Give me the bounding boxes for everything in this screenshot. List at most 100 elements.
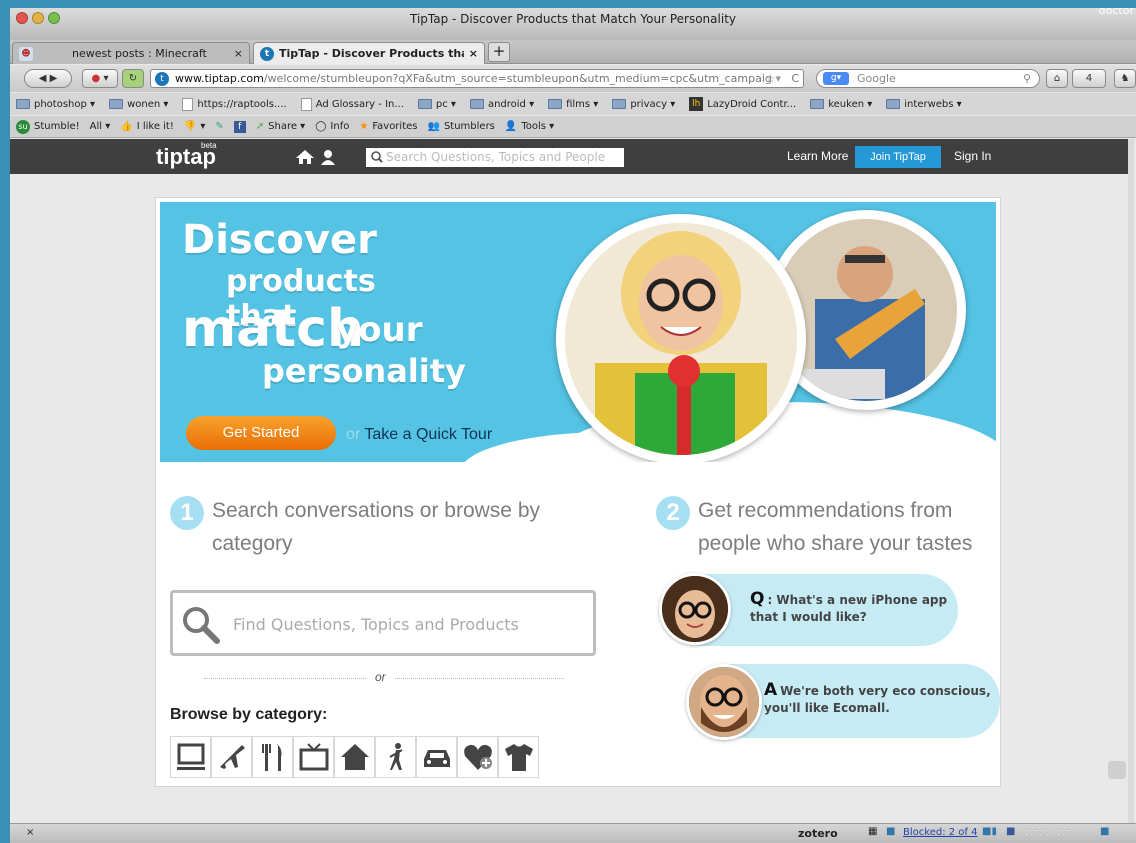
- bookmark-star-icon[interactable]: ☆▾: [766, 70, 781, 87]
- category-fashion[interactable]: [498, 736, 539, 778]
- get-started-button[interactable]: Get Started: [186, 416, 336, 450]
- quick-tour-link[interactable]: or Take a Quick Tour: [346, 426, 492, 444]
- zotero-button[interactable]: zotero: [798, 827, 838, 840]
- facebook-button[interactable]: f: [233, 120, 246, 133]
- status-bar: × zotero ▦ ■ Blocked: 2 of 4 ■▮ ■ ☆☆☆☆☆ …: [10, 823, 1136, 843]
- close-status-icon[interactable]: ×: [26, 827, 34, 838]
- bookmark-label: LazyDroid Contr...: [707, 98, 797, 110]
- airplane-icon: [219, 745, 245, 769]
- folder-icon: [469, 99, 484, 109]
- bookmark-raptools[interactable]: https://raptools....: [182, 97, 287, 111]
- extension-icon[interactable]: ■: [1100, 826, 1109, 837]
- bookmark-wonen[interactable]: wonen ▾: [109, 99, 168, 110]
- or-text: or: [367, 670, 394, 684]
- category-health[interactable]: [457, 736, 498, 778]
- category-sports[interactable]: [375, 736, 416, 778]
- bookmark-pc[interactable]: pc ▾: [417, 98, 456, 110]
- bookmark-ad-glossary[interactable]: Ad Glossary - In...: [300, 97, 404, 111]
- woman-face-illustration: [662, 576, 728, 642]
- sign-in-link[interactable]: Sign In: [954, 149, 991, 163]
- category-travel[interactable]: [211, 736, 252, 778]
- reload-extension-button[interactable]: ↻: [122, 69, 144, 88]
- google-engine-icon[interactable]: g▾: [823, 72, 849, 85]
- bookmark-privacy[interactable]: privacy ▾: [612, 99, 675, 110]
- bookmark-films[interactable]: films ▾: [548, 99, 598, 110]
- info-label: Info: [330, 121, 350, 132]
- tab-label: newest posts : Minecraft: [72, 47, 207, 60]
- share-button[interactable]: ➚ Share ▾: [256, 121, 305, 132]
- url-host: www.tiptap.com: [175, 72, 264, 85]
- category-tv[interactable]: [293, 736, 334, 778]
- tab-tiptap[interactable]: t TipTap - Discover Products tha... ×: [253, 42, 485, 64]
- step-text: Search conversations or browse by catego…: [212, 499, 540, 555]
- back-forward-button[interactable]: ◀ ▶: [24, 69, 72, 88]
- bookmark-interwebs[interactable]: interwebs ▾: [886, 99, 962, 110]
- close-tab-icon[interactable]: ×: [469, 47, 478, 60]
- stumblers-button[interactable]: 👥 Stumblers: [427, 121, 494, 132]
- vertical-scrollbar[interactable]: [1128, 139, 1134, 823]
- url-bar[interactable]: t www.tiptap.com/welcome/stumbleupon?qXF…: [150, 69, 804, 88]
- bookmark-photoshop[interactable]: photoshop ▾: [16, 99, 95, 110]
- dislike-menu-label: ▾: [200, 121, 206, 132]
- user-icon[interactable]: [321, 149, 335, 165]
- title-bar: TipTap - Discover Products that Match Yo…: [10, 8, 1136, 40]
- navigation-toolbar: ◀ ▶ ● ▾ ↻ t www.tiptap.com/welcome/stumb…: [10, 65, 1136, 92]
- like-button[interactable]: 👍 I like it!: [120, 121, 174, 132]
- tv-icon: [299, 743, 328, 771]
- heart-plus-icon: [463, 744, 492, 770]
- tiptap-logo[interactable]: tiptap beta: [156, 141, 217, 170]
- rating-stars[interactable]: ☆☆☆☆☆: [1023, 825, 1077, 840]
- info-button[interactable]: ◯ Info: [315, 121, 349, 132]
- tab-minecraft[interactable]: ☻ newest posts : Minecraft ×: [12, 42, 250, 64]
- scroll-corner-icon[interactable]: [1108, 761, 1126, 779]
- category-home[interactable]: [334, 736, 375, 778]
- search-icon[interactable]: ⚲: [1023, 70, 1031, 87]
- home-icon[interactable]: [295, 149, 315, 165]
- close-tab-icon[interactable]: ×: [234, 47, 243, 60]
- search-box[interactable]: g▾ Google ⚲: [816, 69, 1040, 88]
- lh-icon: lh: [689, 97, 704, 111]
- share-label: Share ▾: [268, 121, 306, 132]
- adblock-icon[interactable]: ■: [886, 826, 895, 837]
- welcome-card: Discover products that match your person…: [155, 197, 1001, 787]
- category-food[interactable]: [252, 736, 293, 778]
- bookmark-lazydroid[interactable]: lh LazyDroid Contr...: [689, 97, 796, 111]
- favorites-label: Favorites: [372, 121, 418, 132]
- tab-strip: ☻ newest posts : Minecraft × t TipTap - …: [10, 40, 1136, 64]
- tools-button[interactable]: 👤 Tools ▾: [505, 121, 554, 132]
- join-button[interactable]: Join TipTap: [855, 146, 941, 168]
- folder-icon: [109, 99, 124, 109]
- learn-more-link[interactable]: Learn More: [787, 149, 848, 163]
- extension-menu-button[interactable]: ● ▾: [82, 69, 118, 88]
- computer-icon: [176, 743, 205, 770]
- bookmark-android[interactable]: android ▾: [469, 99, 534, 110]
- find-input[interactable]: Find Questions, Topics and Products: [170, 590, 596, 656]
- evernote-button[interactable]: ♞: [1114, 69, 1136, 88]
- category-computers[interactable]: [170, 736, 211, 778]
- reload-icon[interactable]: C: [791, 70, 799, 87]
- addon-icon[interactable]: ■▮: [982, 826, 997, 837]
- stumble-button[interactable]: su Stumble!: [16, 119, 80, 134]
- browser-window: TipTap - Discover Products that Match Yo…: [10, 8, 1136, 843]
- bookmark-keuken[interactable]: keuken ▾: [810, 99, 872, 110]
- tiptap-favicon-icon: t: [260, 46, 274, 61]
- bookmark-label: pc ▾: [435, 98, 456, 110]
- thumbs-up-icon: 👍: [120, 121, 133, 132]
- fork-knife-icon: [261, 744, 281, 771]
- qr-icon[interactable]: ▦: [868, 826, 877, 837]
- like-label: I like it!: [136, 121, 174, 132]
- home-button[interactable]: ⌂: [1046, 69, 1068, 88]
- dislike-button[interactable]: 👎 ▾: [184, 121, 205, 132]
- blocked-count[interactable]: Blocked: 2 of 4: [903, 827, 977, 838]
- category-cars[interactable]: [416, 736, 457, 778]
- stumblers-label: Stumblers: [443, 121, 495, 132]
- stumble-all-menu[interactable]: All ▾: [90, 121, 111, 132]
- tag-button[interactable]: ✎: [215, 121, 223, 132]
- pencil-icon: ✎: [215, 121, 224, 132]
- folder-icon: [810, 99, 825, 109]
- site-search-input[interactable]: Search Questions, Topics and People: [366, 148, 624, 167]
- new-tab-button[interactable]: +: [488, 42, 510, 62]
- favorites-button[interactable]: ★ Favorites: [359, 121, 417, 132]
- notifier-button[interactable]: 4: [1072, 69, 1106, 88]
- facebook-icon[interactable]: ■: [1006, 826, 1015, 837]
